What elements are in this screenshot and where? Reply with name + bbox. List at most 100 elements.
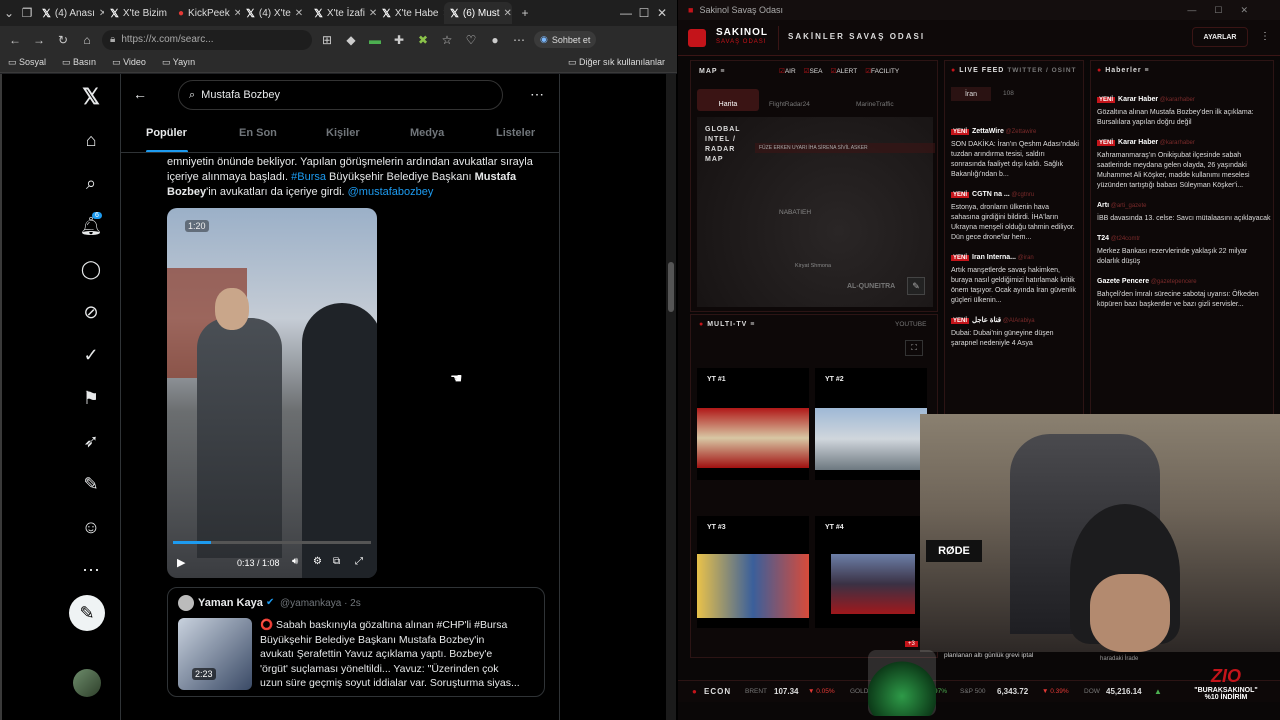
forward-icon[interactable]: → — [30, 33, 48, 47]
feed-source[interactable]: Karar Haber — [1118, 139, 1158, 146]
extension-icon[interactable]: ⊞ — [318, 33, 336, 47]
browser-tab[interactable]: 𝕏 (4) X'te ✕ — [240, 2, 308, 24]
bookmark-folder[interactable]: ▭ Yayın — [162, 57, 195, 68]
articles-icon[interactable]: ✎ — [78, 471, 104, 497]
bookmarks-icon[interactable]: ⚑ — [78, 385, 104, 411]
yt-player-3[interactable]: YT #3 — [697, 516, 809, 628]
rocket-icon[interactable]: ➶ — [78, 428, 104, 454]
scrollbar[interactable] — [666, 74, 676, 720]
extension-icon[interactable]: ▬ — [366, 33, 384, 47]
fullscreen-icon[interactable]: ⤢ — [355, 556, 363, 567]
search-input[interactable]: ⌕ Mustafa Bozbey — [178, 80, 503, 110]
filter-air[interactable]: ☑AIR — [779, 67, 796, 75]
tab-people[interactable]: Kişiler — [326, 127, 360, 139]
settings-icon[interactable]: ⚙ — [313, 556, 322, 567]
workspaces-icon[interactable]: ❐ — [18, 6, 36, 20]
yt-player-2[interactable]: YT #2 — [815, 368, 927, 480]
pip-icon[interactable]: ⧉ — [333, 556, 340, 567]
filter-chip[interactable]: İran — [951, 87, 991, 101]
tab-media[interactable]: Medya — [410, 127, 444, 139]
post-button[interactable]: ✎ — [69, 595, 105, 631]
back-icon[interactable]: ← — [6, 33, 24, 47]
extension-icon[interactable]: ✚ — [390, 33, 408, 47]
feed-item[interactable]: YENİ قناة عاجل @AlArabiya Dubai: Dubai'nin… — [951, 316, 1079, 349]
favorites-icon[interactable]: ☆ — [438, 33, 456, 47]
more-icon[interactable]: ⋯ — [510, 33, 528, 47]
tab-actions-icon[interactable]: ⌄ — [0, 6, 18, 20]
minimize-icon[interactable]: — — [617, 6, 635, 20]
feed-item[interactable]: YENİ Karar Haber @kararhaber Kahramanmaraş… — [1097, 138, 1271, 191]
volume-icon[interactable]: 🔊︎ — [292, 556, 298, 567]
verified-icon[interactable]: ✓ — [78, 342, 104, 368]
feed-item[interactable]: YENİ ZettaWire @Zettawire SON DAKİKA: İran… — [951, 127, 1079, 180]
feed-item[interactable]: YENİ CGTN na ... @cgtnru Estonya, dronları… — [951, 190, 1079, 243]
close-icon[interactable]: ✕ — [295, 8, 303, 19]
close-window-icon[interactable]: ✕ — [653, 6, 671, 20]
map-tab-marinetraffic[interactable]: MarineTraffic — [856, 101, 894, 108]
feed-source[interactable]: Gazete Pencere — [1097, 278, 1149, 285]
profile-icon[interactable]: ☺ — [78, 514, 104, 540]
filter-alert[interactable]: ☑ALERT — [831, 67, 858, 75]
map-tab-flightradar[interactable]: FlightRadar24 — [769, 101, 810, 108]
close-icon[interactable]: ✕ — [504, 8, 512, 19]
reload-icon[interactable]: ↻ — [54, 33, 72, 47]
feed-item[interactable]: YENİ Iran Interna... @iran Artık manşetler… — [951, 253, 1079, 306]
bookmark-folder[interactable]: ▭ Sosyal — [8, 57, 46, 68]
explore-icon[interactable]: ⌕ — [78, 170, 104, 196]
feed-source[interactable]: Iran Interna... — [972, 254, 1016, 261]
video-progress-track[interactable] — [173, 541, 371, 544]
scrollbar-thumb[interactable] — [668, 262, 674, 312]
window-controls[interactable]: —☐✕ — [1187, 5, 1266, 16]
yt-player-4[interactable]: YT #4 — [815, 516, 927, 628]
feed-item[interactable]: Gazete Pencere @gazetepencere Bahçeli'den… — [1097, 277, 1271, 310]
feed-item[interactable]: T24 @t24comtr Merkez Bankası rezervlerind… — [1097, 234, 1271, 267]
quoted-tweet[interactable]: Yaman Kaya ✔ @yamankaya · 2s 2:23 ⭕ Saba… — [167, 587, 545, 697]
browser-tab[interactable]: ● KickPeek ✕ — [172, 2, 240, 24]
grok-icon[interactable]: ⊘ — [78, 299, 104, 325]
settings-button[interactable]: AYARLAR — [1192, 27, 1248, 47]
feed-source[interactable]: T24 — [1097, 235, 1109, 242]
profile-icon[interactable]: ● — [486, 33, 504, 47]
yt-player-1[interactable]: YT #1 — [697, 368, 809, 480]
feed-source[interactable]: قناة عاجل — [972, 317, 1001, 324]
map-tab-harita[interactable]: Harita — [697, 89, 759, 111]
maximize-icon[interactable]: ☐ — [635, 6, 653, 20]
feed-item[interactable]: YENİ Karar Haber @kararhaber Gözaltına alı… — [1097, 95, 1271, 128]
browser-tab-active[interactable]: 𝕏 (6) Must ✕ — [444, 2, 512, 24]
avatar[interactable] — [73, 669, 101, 697]
tab-popular[interactable]: Popüler — [146, 127, 187, 139]
mention-link[interactable]: @mustafabozbey — [348, 186, 434, 198]
tab-latest[interactable]: En Son — [239, 127, 277, 139]
expand-icon[interactable]: ⛶ — [905, 340, 923, 356]
quote-author[interactable]: Yaman Kaya — [198, 597, 263, 609]
home-icon[interactable]: ⌂ — [78, 33, 96, 47]
play-icon[interactable]: ▶ — [177, 556, 185, 569]
feed-source[interactable]: Karar Haber — [1118, 96, 1158, 103]
other-bookmarks[interactable]: ▭ Diğer sık kullanılanlar — [568, 57, 665, 68]
browser-tab[interactable]: 𝕏X'te Habe✕ — [376, 2, 444, 24]
more-options-icon[interactable]: ⋯ — [530, 86, 544, 103]
feed-source[interactable]: ZettaWire — [972, 128, 1004, 135]
bookmark-folder[interactable]: ▭ Basın — [62, 57, 96, 68]
edit-map-icon[interactable]: ✎ — [907, 277, 925, 295]
feed-item[interactable]: Artı @arti_gazete İBB davasında 13. celse… — [1097, 201, 1271, 224]
extension-icon[interactable]: ◆ — [342, 33, 360, 47]
browser-tab[interactable]: 𝕏 (4) Anası ✕ — [36, 2, 104, 24]
x-logo-icon[interactable]: 𝕏 — [78, 84, 104, 110]
menu-icon[interactable]: ⋮ — [1260, 31, 1270, 42]
close-icon[interactable]: ✕ — [369, 8, 376, 19]
address-bar[interactable]: 🔒︎ https://x.com/searc... — [102, 29, 312, 50]
quote-thumbnail[interactable]: 2:23 — [178, 618, 252, 690]
hashtag-link[interactable]: #Bursa — [291, 171, 326, 183]
tab-lists[interactable]: Listeler — [496, 127, 535, 139]
tweet-video[interactable]: 1:20 ▶ 0:13 / 1:08 🔊︎ ⚙ ⧉ ⤢ — [167, 208, 377, 578]
filter-facility[interactable]: ☑FACILITY — [865, 67, 899, 75]
browser-tab[interactable]: 𝕏X'te Bizim✕ — [104, 2, 172, 24]
feed-source[interactable]: Artı — [1097, 202, 1109, 209]
messages-icon[interactable]: ◯ — [78, 256, 104, 282]
home-icon[interactable]: ⌂ — [78, 127, 104, 153]
new-tab-icon[interactable]: + — [516, 6, 534, 20]
back-icon[interactable]: ← — [133, 86, 147, 102]
map-canvas[interactable]: GLOBAL INTEL / RADAR MAP FÜZE ERKEN UYAR… — [697, 117, 935, 307]
browser-tab[interactable]: 𝕏 X'te İzafi ✕ — [308, 2, 376, 24]
